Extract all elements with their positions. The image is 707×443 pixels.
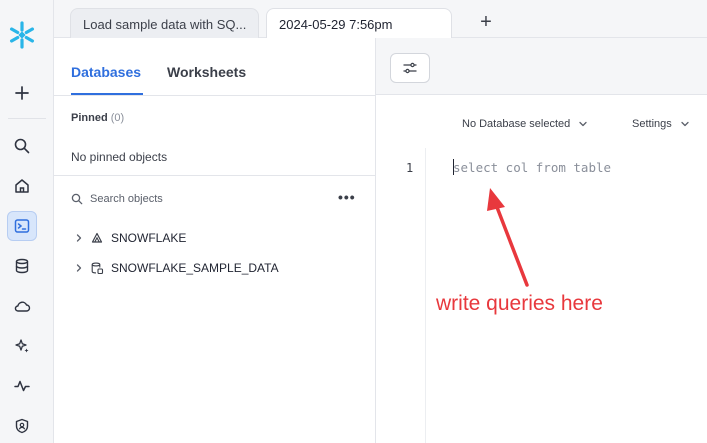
search-placeholder: Search objects [90,193,163,205]
worksheet-tab-current[interactable]: 2024-05-29 7:56pm [266,8,452,39]
terminal-icon [14,219,30,233]
database-selector-dropdown[interactable]: No Database selected [462,118,588,130]
database-name: SNOWFLAKE_SAMPLE_DATA [111,261,279,275]
create-button[interactable] [7,78,37,108]
left-nav-rail [0,0,54,443]
divider [54,95,376,96]
new-worksheet-tab-button[interactable]: + [474,10,498,34]
database-name: SNOWFLAKE [111,231,187,245]
annotation-arrow-icon [487,188,529,287]
database-icon [15,258,29,274]
tab-label: 2024-05-29 7:56pm [279,16,393,32]
home-nav-button[interactable] [7,171,37,201]
chevron-right-icon[interactable] [74,233,84,243]
settings-label: Settings [632,118,672,130]
pinned-count: (0) [110,112,125,124]
shield-user-icon [15,418,29,434]
editor-toolbar [376,38,707,95]
no-pinned-objects-text: No pinned objects [71,150,168,164]
worksheet-tab-bar: Load sample data with SQ... 2024-05-29 7… [54,0,707,39]
search-icon [71,193,83,205]
divider [54,175,376,176]
chevron-right-icon[interactable] [74,263,84,273]
cloud-icon [14,301,31,312]
cloud-nav-button[interactable] [7,291,37,321]
object-browser-panel: Databases Worksheets Pinned (0) No pinne… [54,38,376,443]
plus-icon [15,86,29,100]
chevron-down-icon [681,121,689,127]
database-row-snowflake-sample-data[interactable]: SNOWFLAKE_SAMPLE_DATA [74,261,279,275]
settings-dropdown[interactable]: Settings [632,118,690,130]
search-icon [14,138,30,154]
filter-settings-button[interactable] [390,53,430,83]
ai-nav-button[interactable] [7,331,37,361]
snowflake-logo-icon[interactable] [7,20,37,50]
activity-nav-button[interactable] [7,371,37,401]
tab-databases[interactable]: Databases [71,64,141,80]
sql-editor-input[interactable]: select col from table [453,160,611,175]
home-icon [15,179,29,193]
worksheets-nav-button[interactable] [7,211,37,241]
more-options-icon[interactable]: ••• [338,189,356,205]
pinned-section-header: Pinned (0) [71,112,124,124]
database-row-snowflake[interactable]: SNOWFLAKE [74,231,186,245]
plus-icon: + [480,10,492,33]
editor-gutter-divider [425,148,426,443]
sparkle-icon [15,339,29,353]
pinned-label: Pinned [71,112,108,124]
sample-database-icon [91,262,104,275]
shared-database-icon [91,232,103,243]
search-objects-input[interactable]: Search objects [71,193,163,205]
chevron-down-icon [579,121,587,127]
admin-nav-button[interactable] [7,411,37,441]
tab-worksheets[interactable]: Worksheets [167,64,246,80]
sliders-icon [403,62,417,74]
database-selector-label: No Database selected [462,118,571,130]
data-nav-button[interactable] [7,251,37,281]
annotation-text: write queries here [436,292,603,315]
activity-pulse-icon [14,380,30,392]
line-number: 1 [406,161,414,175]
text-cursor [453,159,454,175]
search-nav-button[interactable] [7,131,37,161]
rail-divider [8,118,46,119]
tab-label: Load sample data with SQ... [83,16,247,32]
worksheet-tab-load-sample-data[interactable]: Load sample data with SQ... [70,8,259,39]
